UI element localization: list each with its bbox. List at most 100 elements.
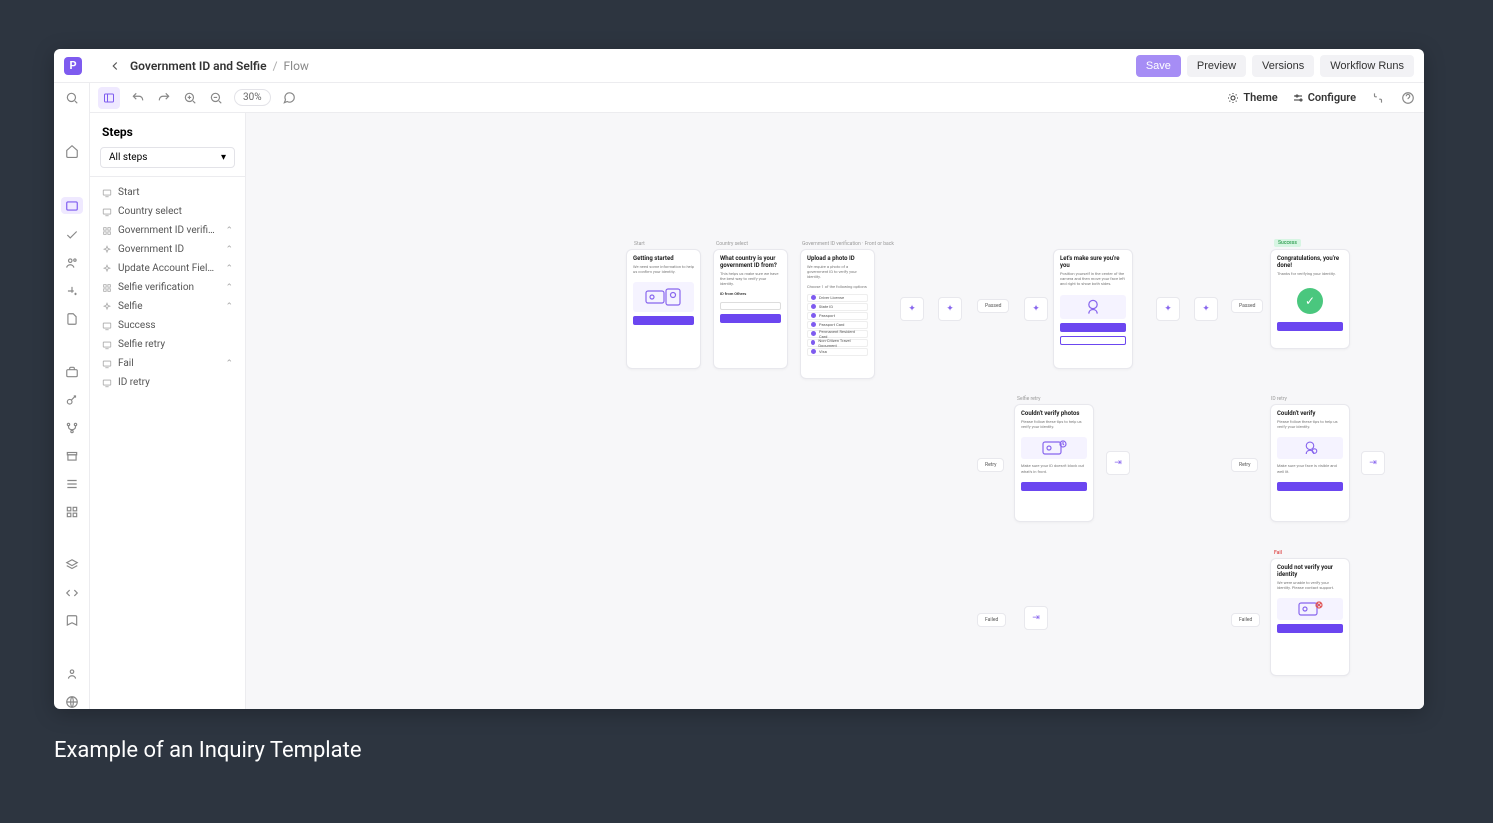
step-item[interactable]: Government ID verificati…⌃ <box>90 221 245 240</box>
connector-node[interactable]: ⇥ <box>1361 451 1385 475</box>
search-icon[interactable] <box>64 91 80 105</box>
zoom-in-icon[interactable] <box>182 90 198 106</box>
step-item[interactable]: Selfie⌃ <box>90 297 245 316</box>
card-button <box>1277 624 1343 633</box>
list-icon[interactable] <box>64 477 80 491</box>
face-retry-icon <box>1277 437 1343 459</box>
left-icon-rail <box>54 83 90 709</box>
add-icon[interactable] <box>64 284 80 298</box>
archive-icon[interactable] <box>64 449 80 463</box>
team-icon[interactable] <box>64 667 80 681</box>
step-label: Fail <box>118 358 134 369</box>
node-start[interactable]: Getting started We need some information… <box>626 249 701 369</box>
step-label: Success <box>118 320 156 331</box>
connector-node[interactable]: ✦ <box>900 297 924 321</box>
connector-node[interactable]: ✦ <box>938 297 962 321</box>
step-item[interactable]: Update Account Fields fr…⌃ <box>90 259 245 278</box>
undo-icon[interactable] <box>130 90 146 106</box>
briefcase-icon[interactable] <box>64 365 80 379</box>
step-item[interactable]: Country select <box>90 202 245 221</box>
zoom-out-icon[interactable] <box>208 90 224 106</box>
node-success[interactable]: Congratulations, you're done! Thanks for… <box>1270 249 1350 349</box>
figure-caption: Example of an Inquiry Template <box>54 738 361 763</box>
node-fail[interactable]: Could not verify your identity We were u… <box>1270 558 1350 676</box>
flow-canvas[interactable]: Start Getting started We need some infor… <box>246 113 1424 709</box>
breadcrumb-separator: / <box>273 59 278 73</box>
node-label: Selfie retry <box>1017 396 1041 402</box>
node-id-retry[interactable]: Couldn't verify Please follow these tips… <box>1270 404 1350 522</box>
id-option-row: Passport Card <box>807 321 868 329</box>
keyboard-icon[interactable] <box>1370 90 1386 106</box>
workflow-runs-button[interactable]: Workflow Runs <box>1320 55 1414 77</box>
flows-icon[interactable] <box>61 197 83 214</box>
card-button <box>1021 482 1087 491</box>
step-item[interactable]: ID retry <box>90 373 245 392</box>
step-type-icon <box>102 302 112 312</box>
chevron-icon: ⌃ <box>225 245 233 255</box>
steps-panel: Steps All steps ▾ StartCountry selectGov… <box>90 113 246 709</box>
connector-node[interactable]: ✦ <box>1024 297 1048 321</box>
node-selfie[interactable]: Let's make sure you're you Position your… <box>1053 249 1133 369</box>
back-arrow-icon[interactable] <box>108 59 122 73</box>
node-label: Start <box>634 241 645 247</box>
step-item[interactable]: Selfie retry <box>90 335 245 354</box>
step-item[interactable]: Selfie verification⌃ <box>90 278 245 297</box>
step-type-icon <box>102 321 112 331</box>
chevron-icon: ⌃ <box>225 359 233 369</box>
node-label: ID retry <box>1271 396 1287 402</box>
chevron-icon: ⌃ <box>225 226 233 236</box>
help-icon[interactable] <box>1400 90 1416 106</box>
breadcrumb-current: Flow <box>284 59 309 73</box>
connector-node[interactable]: ✦ <box>1156 297 1180 321</box>
step-item[interactable]: Government ID ⌃ <box>90 240 245 259</box>
card-button-outline <box>1060 336 1126 345</box>
users-icon[interactable] <box>64 256 80 270</box>
status-label: Passed <box>1231 299 1263 313</box>
check-icon[interactable] <box>64 228 80 242</box>
id-fail-icon <box>1277 598 1343 620</box>
step-label: Start <box>118 187 140 198</box>
toggle-panel-icon[interactable] <box>98 87 120 109</box>
versions-button[interactable]: Versions <box>1252 55 1314 77</box>
step-item[interactable]: Start <box>90 183 245 202</box>
node-selfie-retry[interactable]: Couldn't verify photos Please follow the… <box>1014 404 1094 522</box>
node-label-fail: Fail <box>1274 550 1282 556</box>
preview-button[interactable]: Preview <box>1187 55 1246 77</box>
check-circle-icon: ✓ <box>1297 288 1323 314</box>
step-label: Government ID <box>118 244 184 255</box>
chevron-down-icon: ▾ <box>221 152 226 163</box>
grid-icon[interactable] <box>64 505 80 519</box>
breadcrumb-root[interactable]: Government ID and Selfie <box>130 59 267 73</box>
comment-icon[interactable] <box>281 90 297 106</box>
globe-icon[interactable] <box>64 695 80 709</box>
steps-filter-select[interactable]: All steps ▾ <box>100 147 235 168</box>
home-icon[interactable] <box>64 144 80 158</box>
configure-button[interactable]: Configure <box>1292 91 1356 104</box>
id-option-row: State ID <box>807 303 868 311</box>
node-upload[interactable]: Upload a photo ID We require a photo of … <box>800 249 875 379</box>
connector-node[interactable]: ⇥ <box>1024 606 1048 630</box>
code-icon[interactable] <box>64 586 80 600</box>
connector-node[interactable]: ⇥ <box>1106 451 1130 475</box>
layers-icon[interactable] <box>64 558 80 572</box>
book-icon[interactable] <box>64 614 80 628</box>
connector-node[interactable]: ✦ <box>1194 297 1218 321</box>
key-icon[interactable] <box>64 393 80 407</box>
id-option-row: Passport <box>807 312 868 320</box>
step-item[interactable]: Fail ⌃ <box>90 354 245 373</box>
zoom-badge[interactable]: 30% <box>234 89 271 106</box>
step-item[interactable]: Success <box>90 316 245 335</box>
step-type-icon <box>102 226 112 236</box>
save-button[interactable]: Save <box>1136 55 1181 77</box>
face-illustration-icon <box>1060 295 1126 319</box>
branch-icon[interactable] <box>64 421 80 435</box>
redo-icon[interactable] <box>156 90 172 106</box>
step-label: Selfie <box>118 301 143 312</box>
theme-button[interactable]: Theme <box>1227 91 1277 104</box>
card-button <box>1277 482 1343 491</box>
document-icon[interactable] <box>64 312 80 326</box>
app-logo[interactable]: P <box>64 57 82 75</box>
node-country[interactable]: What country is your government ID from?… <box>713 249 788 369</box>
step-type-icon <box>102 283 112 293</box>
step-type-icon <box>102 378 112 388</box>
